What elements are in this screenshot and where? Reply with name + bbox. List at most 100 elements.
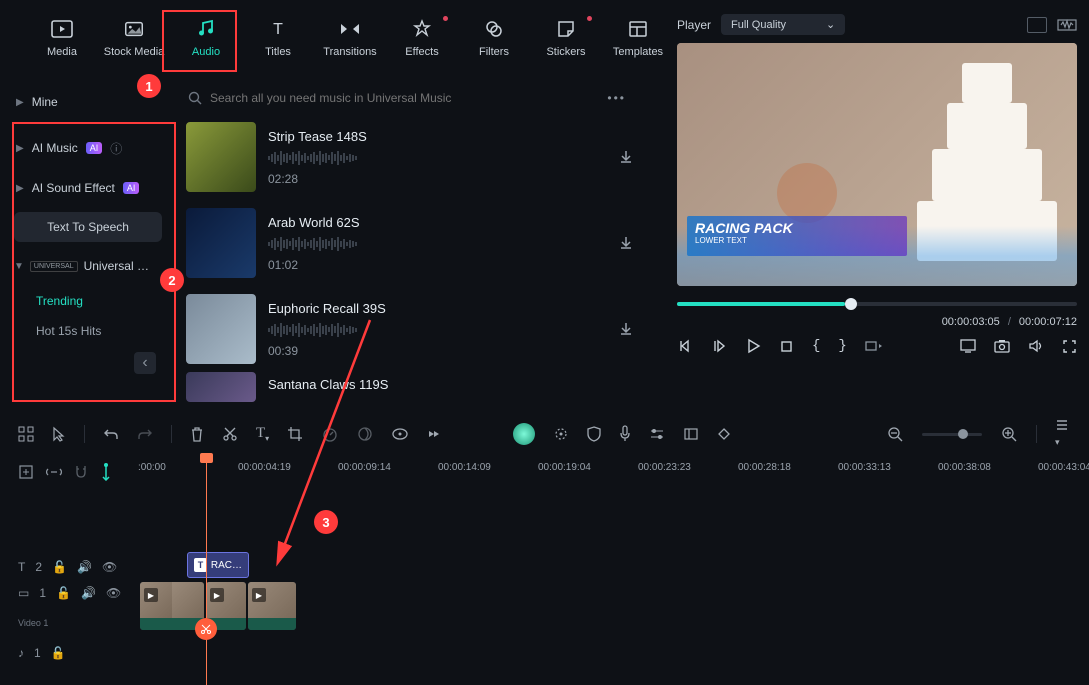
fullscreen-icon[interactable] xyxy=(1062,339,1077,354)
annotation-badge-3: 3 xyxy=(314,510,338,534)
adjust-icon[interactable] xyxy=(683,427,699,441)
color-icon[interactable] xyxy=(357,426,373,442)
display-icon[interactable] xyxy=(960,339,976,353)
playhead-handle[interactable] xyxy=(200,453,213,463)
mark-in-icon[interactable]: { xyxy=(812,338,820,354)
preview-viewport[interactable]: RACING PACK LOWER TEXT xyxy=(677,43,1077,286)
download-icon[interactable] xyxy=(610,321,642,337)
video-clip[interactable]: ▶ xyxy=(248,582,296,630)
sidebar-item-universal[interactable]: ▼ UNIVERSAL Universal … xyxy=(8,246,168,286)
tab-effects[interactable]: Effects xyxy=(390,18,454,58)
ratio-icon[interactable] xyxy=(865,339,883,353)
zoom-slider[interactable] xyxy=(922,433,982,436)
playhead[interactable] xyxy=(206,458,207,685)
target-icon[interactable] xyxy=(553,426,569,442)
track-thumb xyxy=(186,208,256,278)
stop-icon[interactable] xyxy=(779,339,794,354)
track-options-icon[interactable]: ▾ xyxy=(1055,418,1071,450)
delete-icon[interactable] xyxy=(190,426,204,442)
text-tool-icon[interactable]: T▾ xyxy=(256,425,269,443)
tab-media[interactable]: Media xyxy=(30,18,94,58)
more-tools-icon[interactable] xyxy=(427,429,441,439)
video-clip[interactable]: ▶ xyxy=(140,582,204,630)
chevron-down-icon: ⌄ xyxy=(826,18,835,31)
track-row[interactable]: Euphoric Recall 39S 00:39 xyxy=(180,286,648,372)
add-track-icon[interactable] xyxy=(18,464,34,480)
chevron-right-icon: ▶ xyxy=(16,143,24,154)
cursor-icon[interactable] xyxy=(52,426,66,442)
marker-icon[interactable] xyxy=(100,463,112,481)
tab-label: Media xyxy=(47,46,77,58)
tab-templates[interactable]: Templates xyxy=(606,18,670,58)
link-icon[interactable] xyxy=(46,466,62,478)
quality-dropdown[interactable]: Full Quality ⌄ xyxy=(721,14,845,35)
audio-edit-icon[interactable] xyxy=(649,427,665,441)
visibility-icon[interactable]: 👁 xyxy=(106,586,121,600)
search-input[interactable] xyxy=(210,91,599,105)
download-icon[interactable] xyxy=(610,149,642,165)
search-bar: ••• xyxy=(180,82,648,114)
lock-icon[interactable]: 🔓 xyxy=(56,586,71,600)
lock-icon[interactable]: 🔓 xyxy=(51,646,66,660)
tab-filters[interactable]: Filters xyxy=(462,18,526,58)
more-options[interactable]: ••• xyxy=(607,91,626,105)
crop-icon[interactable] xyxy=(287,426,303,442)
quality-value: Full Quality xyxy=(731,19,786,31)
time-separator: / xyxy=(1008,316,1011,328)
step-frame-icon[interactable] xyxy=(711,338,727,354)
effects-icon xyxy=(411,18,433,40)
track-video: ▭1 🔓 🔊 👁 Video 1 ▶ ▶ ▶ xyxy=(0,582,1089,638)
mute-icon[interactable]: 🔊 xyxy=(77,560,92,574)
track-row[interactable]: Arab World 62S 01:02 xyxy=(180,200,648,286)
text-clip[interactable]: T RAC… xyxy=(187,552,249,578)
play-icon[interactable] xyxy=(745,338,761,354)
progress-bar[interactable] xyxy=(677,302,1077,306)
tab-transitions[interactable]: Transitions xyxy=(318,18,382,58)
zoom-out-icon[interactable] xyxy=(886,425,904,443)
track-row[interactable]: Strip Tease 148S 02:28 xyxy=(180,114,648,200)
zoom-knob[interactable] xyxy=(958,429,968,439)
mic-icon[interactable] xyxy=(619,425,631,443)
layout-icon[interactable] xyxy=(1027,17,1047,33)
tab-titles[interactable]: T Titles xyxy=(246,18,310,58)
tab-stickers[interactable]: Stickers xyxy=(534,18,598,58)
player-label: Player xyxy=(677,18,711,32)
timeline: :00:00 00:00:04:19 00:00:09:14 00:00:14:… xyxy=(0,452,1089,685)
track-thumb xyxy=(186,122,256,192)
sidebar-sub-hot15[interactable]: Hot 15s Hits xyxy=(8,316,168,346)
progress-knob[interactable] xyxy=(845,298,857,310)
keyframe-icon[interactable] xyxy=(717,427,731,441)
shield-icon[interactable] xyxy=(587,426,601,442)
tab-label: Templates xyxy=(613,46,663,58)
sidebar-sub-trending[interactable]: Trending xyxy=(8,286,168,316)
speed-icon[interactable] xyxy=(321,426,339,442)
sidebar-item-ai-music[interactable]: ▶ AI Music AI ⓘ xyxy=(8,128,168,168)
track-row[interactable]: Santana Claws 119S xyxy=(180,372,648,402)
tab-stock-media[interactable]: Stock Media xyxy=(102,18,166,58)
ai-assistant-icon[interactable] xyxy=(513,423,535,445)
timeline-ruler[interactable]: :00:00 00:00:04:19 00:00:09:14 00:00:14:… xyxy=(138,462,1075,492)
mute-icon[interactable]: 🔊 xyxy=(81,586,96,600)
waveform-view-icon[interactable] xyxy=(1057,17,1077,33)
ai-badge: AI xyxy=(86,142,103,154)
sidebar-item-tts[interactable]: Text To Speech xyxy=(14,212,162,242)
undo-icon[interactable] xyxy=(103,427,119,441)
mask-icon[interactable] xyxy=(391,426,409,442)
track-index: 2 xyxy=(35,560,42,574)
sidebar-item-ai-sound[interactable]: ▶ AI Sound Effect AI xyxy=(8,168,168,208)
visibility-icon[interactable]: 👁 xyxy=(102,560,117,574)
mark-out-icon[interactable]: } xyxy=(838,338,846,354)
ruler-tick: 00:00:43:04 xyxy=(1038,462,1089,473)
sidebar-collapse[interactable]: ‹ xyxy=(8,346,168,380)
tab-audio[interactable]: Audio xyxy=(174,18,238,58)
download-icon[interactable] xyxy=(610,235,642,251)
cut-icon[interactable] xyxy=(222,426,238,442)
volume-icon[interactable] xyxy=(1028,338,1044,354)
prev-frame-icon[interactable] xyxy=(677,338,693,354)
layout-grid-icon[interactable] xyxy=(18,426,34,442)
lock-icon[interactable]: 🔓 xyxy=(52,560,67,574)
redo-icon[interactable] xyxy=(137,427,153,441)
zoom-in-icon[interactable] xyxy=(1000,425,1018,443)
magnet-icon[interactable] xyxy=(74,464,88,480)
snapshot-icon[interactable] xyxy=(994,339,1010,353)
